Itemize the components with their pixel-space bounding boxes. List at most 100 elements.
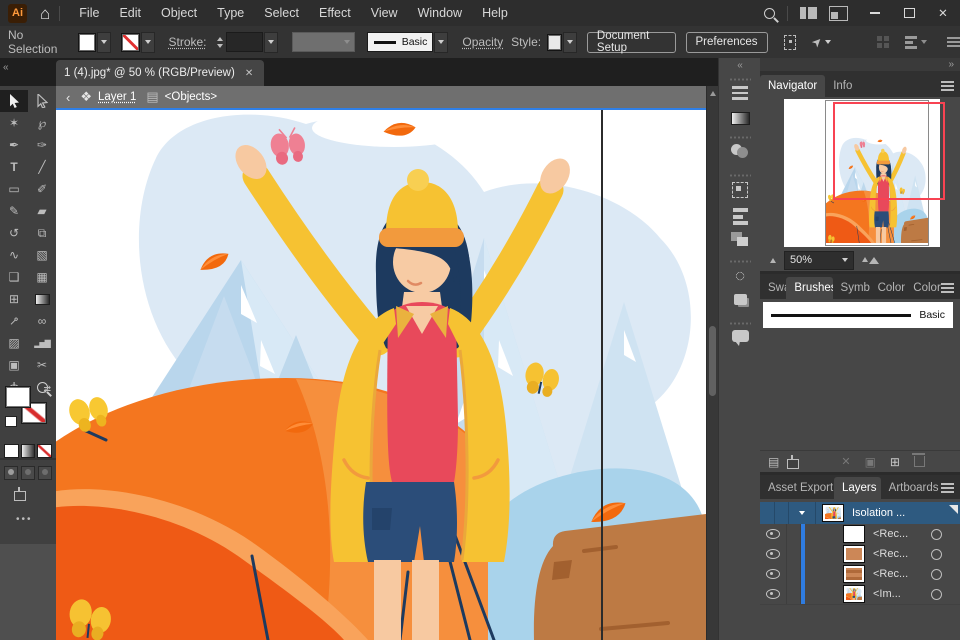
brush-libraries-icon[interactable]: ▤ <box>768 455 779 469</box>
tab-brushes[interactable]: Brushes <box>786 277 832 299</box>
tab-color-guide[interactable]: Color <box>905 277 941 299</box>
tab-layers[interactable]: Layers <box>834 477 881 499</box>
tool-width[interactable]: ∿ <box>0 244 28 266</box>
tool-perspective-grid[interactable]: ▦ <box>28 266 56 288</box>
tool-scale[interactable]: ⧉ <box>28 222 56 244</box>
menu-object[interactable]: Object <box>161 6 197 20</box>
canvas[interactable]: ‹ ❖ Layer 1 ▤ <Objects> <box>56 86 706 640</box>
draw-inside-icon[interactable] <box>38 466 52 480</box>
collapse-toolbar-icon[interactable]: « <box>3 62 9 73</box>
new-brush-icon[interactable]: ⊞ <box>890 455 900 469</box>
target-circle-icon[interactable] <box>931 589 942 600</box>
tab-symbols[interactable]: Symb <box>833 277 870 299</box>
grip-handle[interactable] <box>719 174 761 177</box>
tool-direct-selection[interactable] <box>28 90 56 112</box>
tool-artboard[interactable]: ▣ <box>0 354 28 376</box>
menu-effect[interactable]: Effect <box>319 6 351 20</box>
select-similar-dropdown[interactable] <box>825 40 831 44</box>
target-circle-icon[interactable] <box>931 549 942 560</box>
tool-selection[interactable] <box>0 90 28 112</box>
screen-mode-icon[interactable] <box>18 488 20 500</box>
menu-help[interactable]: Help <box>482 6 508 20</box>
navigator-view-rectangle[interactable] <box>833 102 945 200</box>
tab-asset-export[interactable]: Asset Export <box>760 477 834 499</box>
visibility-eye-icon[interactable] <box>766 549 780 559</box>
stroke-dropdown[interactable] <box>141 32 155 53</box>
layer-row[interactable]: <Rec... <box>760 524 960 545</box>
menu-window[interactable]: Window <box>418 6 462 20</box>
scroll-up-icon[interactable] <box>710 91 716 96</box>
tab-color[interactable]: Color <box>870 277 906 299</box>
opacity-label[interactable]: Opacity <box>462 35 503 49</box>
tool-lasso[interactable]: ℘ <box>28 112 56 134</box>
libraries-panel-icon[interactable] <box>791 456 793 468</box>
exit-isolation-back-icon[interactable]: ‹ <box>66 90 70 105</box>
draw-behind-icon[interactable] <box>21 466 35 480</box>
tool-shape-builder[interactable]: ❑ <box>0 266 28 288</box>
maximize-button[interactable] <box>892 0 926 26</box>
tab-info[interactable]: Info <box>825 75 860 97</box>
tool-curvature[interactable]: ✑ <box>28 134 56 156</box>
tool-magic-wand[interactable]: ✶ <box>0 112 28 134</box>
menu-file[interactable]: File <box>79 6 99 20</box>
draw-normal-icon[interactable] <box>4 466 18 480</box>
transform-panel-icon[interactable] <box>719 182 761 198</box>
tool-free-transform[interactable]: ▧ <box>28 244 56 266</box>
close-button[interactable]: ✕ <box>926 0 960 26</box>
graphic-styles-panel-icon[interactable] <box>719 294 761 305</box>
stroke-width-input[interactable] <box>226 32 263 52</box>
tab-swatches[interactable]: Swat <box>760 277 786 299</box>
default-fill-stroke-icon[interactable] <box>5 416 17 427</box>
brush-item-basic[interactable]: Basic <box>763 302 953 328</box>
stroke-width-stepper[interactable] <box>217 37 223 48</box>
color-button[interactable] <box>4 444 19 458</box>
artwork-image[interactable] <box>56 110 706 640</box>
brush-definition-dropdown[interactable] <box>434 32 448 53</box>
collapse-dock-icon[interactable]: « <box>719 60 761 71</box>
arrange-documents-icon[interactable] <box>829 6 848 21</box>
navigator-zoom-dropdown[interactable]: 50% <box>784 251 854 270</box>
comments-panel-icon[interactable] <box>719 330 761 342</box>
tool-gradient[interactable] <box>28 288 56 310</box>
scrollbar-thumb[interactable] <box>709 326 716 396</box>
fill-dropdown[interactable] <box>97 32 111 53</box>
pathfinder-panel-icon[interactable] <box>719 232 761 246</box>
menu-type[interactable]: Type <box>217 6 244 20</box>
workspace-switcher-icon[interactable] <box>800 7 817 19</box>
visibility-eye-icon[interactable] <box>766 589 780 599</box>
visibility-eye-icon[interactable] <box>766 569 780 579</box>
zoom-out-icon[interactable] <box>770 258 776 263</box>
grip-handle[interactable] <box>719 136 761 139</box>
grip-handle[interactable] <box>719 322 761 325</box>
grip-handle[interactable] <box>719 260 761 263</box>
search-icon[interactable] <box>764 8 775 19</box>
gradient-button[interactable] <box>21 444 36 458</box>
appearance-panel-icon[interactable]: ◌ <box>719 266 761 286</box>
transform-icon[interactable] <box>784 35 796 50</box>
breadcrumb-layer[interactable]: Layer 1 <box>98 91 136 103</box>
swap-fill-stroke-icon[interactable]: ⇄ <box>43 384 51 395</box>
panel-menu-icon[interactable] <box>941 283 960 299</box>
tool-blend[interactable]: ∞ <box>28 310 56 332</box>
align-objects-icon[interactable] <box>905 36 917 49</box>
stroke-label[interactable]: Stroke: <box>169 35 207 49</box>
minimize-button[interactable] <box>858 0 892 26</box>
tool-pencil[interactable]: ✎ <box>0 200 28 222</box>
style-dropdown[interactable] <box>563 32 577 53</box>
layer-row[interactable]: <Im... <box>760 584 960 605</box>
panel-menu-icon[interactable] <box>941 483 960 499</box>
layer-row-isolation[interactable]: Isolation ... <box>760 502 960 525</box>
tool-paintbrush[interactable]: ✐ <box>28 178 56 200</box>
stroke-panel-icon[interactable] <box>719 86 761 100</box>
visibility-eye-icon[interactable] <box>766 529 780 539</box>
tool-eraser[interactable]: ▰ <box>28 200 56 222</box>
style-swatch[interactable] <box>547 34 562 51</box>
preferences-button[interactable]: Preferences <box>686 32 768 53</box>
target-circle-icon[interactable] <box>931 529 942 540</box>
tool-rectangle[interactable]: ▭ <box>0 178 28 200</box>
document-tab[interactable]: 1 (4).jpg* @ 50 % (RGB/Preview) ✕ <box>56 60 264 86</box>
tool-column-graph[interactable]: ▂▅▇ <box>28 332 56 354</box>
target-circle-icon[interactable] <box>931 569 942 580</box>
tool-type[interactable]: T <box>0 156 28 178</box>
align-dropdown[interactable] <box>921 40 927 44</box>
